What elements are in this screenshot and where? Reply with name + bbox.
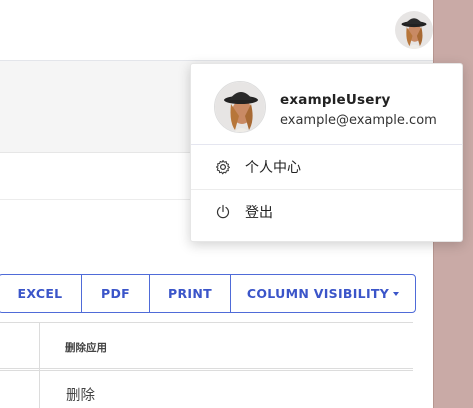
excel-button[interactable]: EXCEL [0,275,82,312]
dropdown-avatar [214,81,266,133]
column-visibility-label: COLUMN VISIBILITY [246,286,390,301]
user-avatar-button[interactable] [395,11,433,49]
top-navbar [0,0,433,61]
user-email: example@example.com [280,113,437,128]
menu-item-logout[interactable]: 登出 [191,190,462,234]
print-button[interactable]: PRINT [150,275,231,312]
table-header-border [0,368,413,371]
export-button-group: EXCEL PDF PRINT COLUMN VISIBILITY [0,274,416,313]
gear-icon [216,160,230,175]
pdf-button[interactable]: PDF [82,275,150,312]
caret-down-icon [393,291,400,296]
table-cell: 删除 [66,388,95,404]
avatar-image [215,82,265,132]
table-header-cell: 删除应用 [65,342,107,354]
menu-item-label: 登出 [245,205,273,221]
table-column-divider [0,323,40,408]
menu-item-profile[interactable]: 个人中心 [191,145,462,189]
column-visibility-button[interactable]: COLUMN VISIBILITY [231,275,415,312]
data-table [0,322,413,408]
power-icon [216,204,230,219]
menu-item-label: 个人中心 [245,160,301,176]
user-name: exampleUsery [280,92,391,108]
avatar-image [395,11,433,49]
user-dropdown-menu: exampleUsery example@example.com 个人中心 登出 [190,63,463,242]
